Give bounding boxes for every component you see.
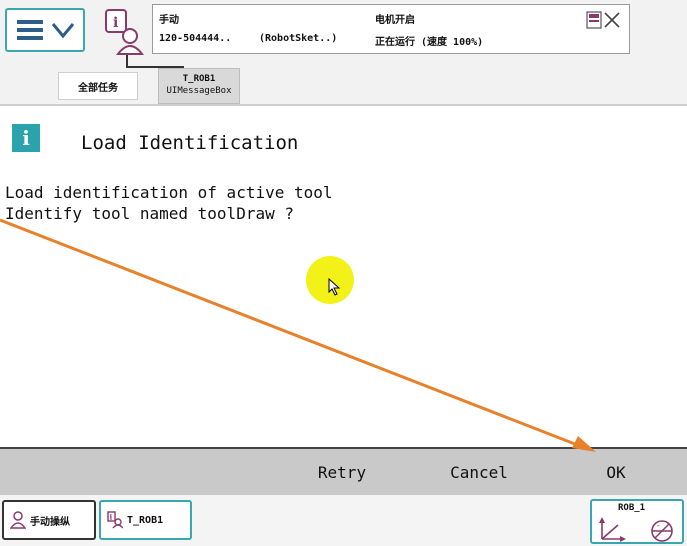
annotation-arrow: [0, 218, 596, 452]
svg-text:i: i: [110, 513, 113, 522]
svg-text:-: -: [657, 521, 660, 530]
incremental-icon: -: [651, 520, 673, 542]
taskbar-task-label: T_ROB1: [127, 514, 164, 526]
taskbar-jog-button[interactable]: 手动操纵: [2, 500, 96, 540]
coordinate-icon: [599, 517, 626, 542]
quickset-button[interactable]: ROB_1 -: [590, 499, 684, 544]
taskbar-jog-label: 手动操纵: [30, 516, 70, 528]
mech-unit-label: ROB_1: [618, 503, 646, 513]
jog-icon: [10, 511, 26, 529]
taskbar-task-button[interactable]: i T_ROB1: [99, 500, 192, 540]
task-icon: i: [107, 511, 123, 529]
